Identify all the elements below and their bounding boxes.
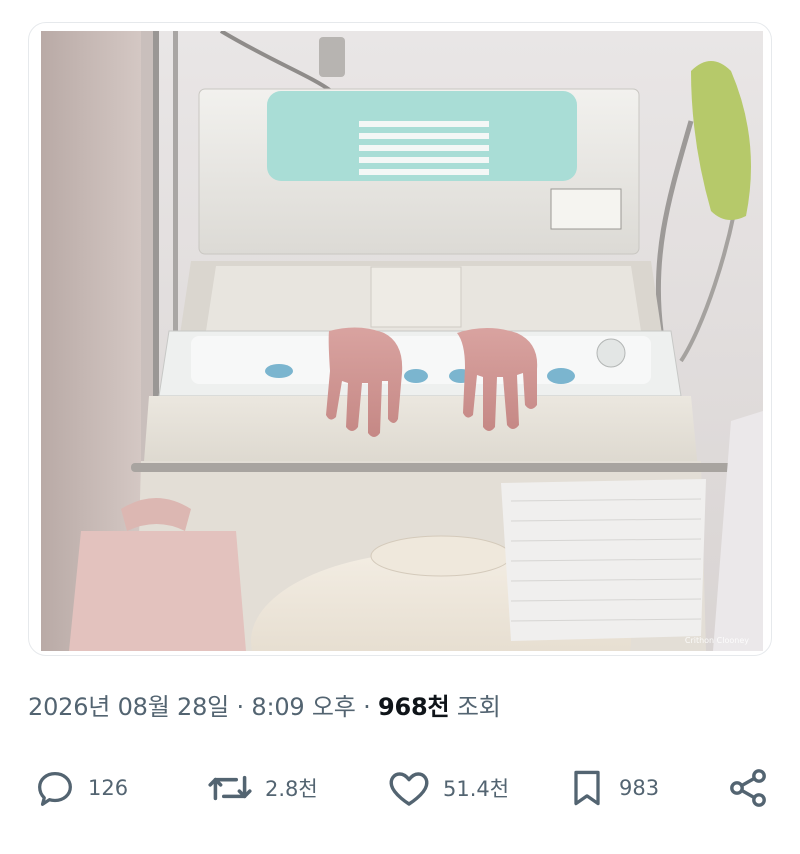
share-button[interactable] bbox=[724, 760, 772, 816]
post-photo[interactable]: Crithon Clooney bbox=[41, 31, 763, 651]
reply-count: 126 bbox=[88, 776, 129, 800]
share-icon bbox=[724, 764, 772, 812]
repost-icon bbox=[205, 763, 255, 813]
post-meta: 2026년 08월 28일 · 8:09 오후 · 968천 조회 bbox=[28, 687, 501, 722]
repost-button[interactable]: 2.8천 bbox=[205, 760, 318, 816]
image-watermark: Crithon Clooney bbox=[684, 636, 749, 645]
post-date: 2026년 08월 28일 bbox=[28, 693, 230, 721]
like-count: 51.4천 bbox=[443, 777, 510, 801]
reply-button[interactable]: 126 bbox=[32, 760, 128, 816]
post-action-bar: 126 2.8천 51.4천 983 bbox=[0, 760, 800, 816]
bookmark-icon bbox=[565, 764, 609, 812]
meta-separator: · bbox=[363, 693, 371, 721]
post-media-card[interactable]: Crithon Clooney bbox=[28, 22, 772, 656]
like-button[interactable]: 51.4천 bbox=[385, 760, 509, 816]
washing-machine-photo bbox=[41, 31, 763, 651]
repost-count: 2.8천 bbox=[265, 777, 318, 801]
reply-icon bbox=[32, 765, 78, 811]
meta-separator: · bbox=[236, 693, 245, 721]
like-icon bbox=[385, 764, 433, 812]
view-count: 968천 bbox=[377, 693, 450, 721]
view-label: 조회 bbox=[456, 693, 501, 721]
post-time[interactable]: 8:09 오후 bbox=[251, 693, 355, 721]
bookmark-count: 983 bbox=[619, 776, 660, 800]
bookmark-button[interactable]: 983 bbox=[565, 760, 659, 816]
